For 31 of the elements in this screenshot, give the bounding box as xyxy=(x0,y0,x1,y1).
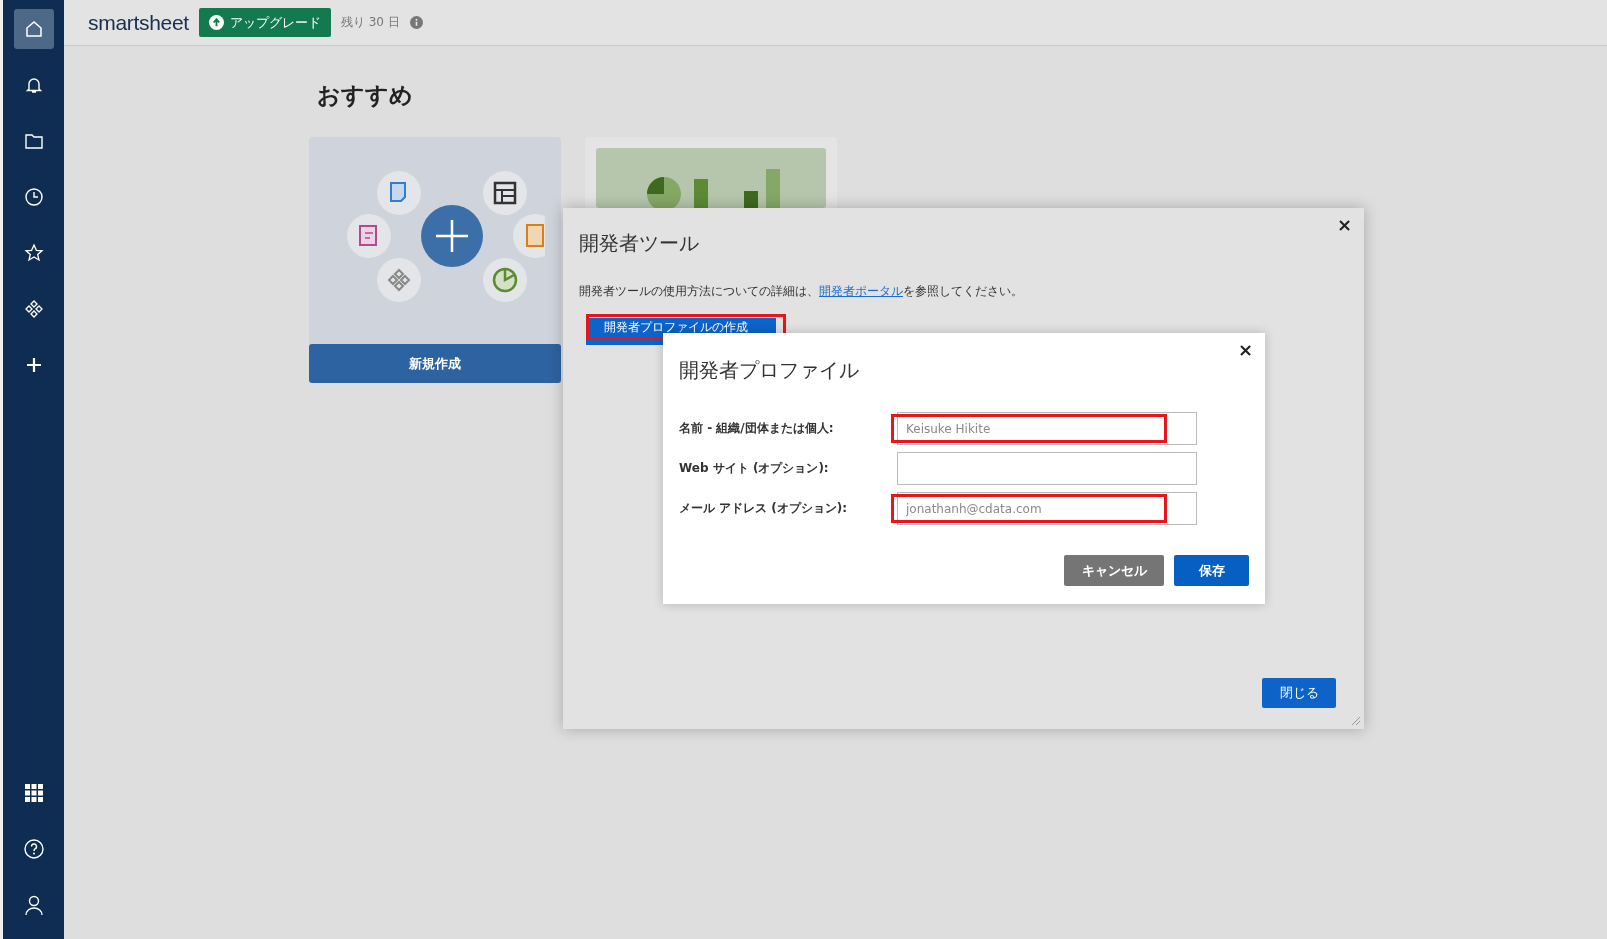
dialog-title: 開発者プロファイル xyxy=(679,357,860,384)
save-button[interactable]: 保存 xyxy=(1174,555,1249,586)
section-title: おすすめ xyxy=(317,81,414,110)
create-new-button[interactable]: 新規作成 xyxy=(309,344,561,383)
description-text: 開発者ツールの使用方法についての詳細は、開発者ポータルを参照してください。 xyxy=(579,283,1024,300)
field-label: Web サイト (オプション): xyxy=(679,460,830,477)
bell-icon xyxy=(23,75,44,95)
star-icon xyxy=(23,243,44,263)
close-dialog-button[interactable]: 閉じる xyxy=(1262,678,1336,708)
info-icon[interactable] xyxy=(409,16,423,29)
input-field[interactable] xyxy=(897,452,1197,485)
field-label: メール アドレス (オプション): xyxy=(679,500,849,517)
diamonds-icon xyxy=(23,299,44,319)
resize-grip-icon[interactable] xyxy=(1349,714,1361,726)
arrow-up-icon xyxy=(208,15,224,30)
developer-portal-link[interactable]: 開発者ポータル xyxy=(819,284,903,298)
help-icon xyxy=(22,838,45,860)
nav-button[interactable] xyxy=(13,9,54,49)
close-button[interactable]: × xyxy=(1237,339,1253,360)
field-label: 名前 - 組織/団体または個人: xyxy=(679,420,835,437)
dialog-title: 開発者ツール xyxy=(579,230,700,257)
close-button[interactable]: × xyxy=(1336,214,1352,235)
folder-icon xyxy=(23,132,44,150)
home-icon xyxy=(23,19,44,39)
upgrade-button[interactable]: アップグレード xyxy=(198,8,331,37)
cancel-button[interactable]: キャンセル xyxy=(1064,555,1164,586)
clock-icon xyxy=(23,187,44,207)
user-icon xyxy=(22,894,45,916)
logo[interactable]: smartsheet xyxy=(88,10,189,35)
grid-icon xyxy=(23,783,44,803)
trial-text: 残り 30 日 xyxy=(340,14,400,31)
